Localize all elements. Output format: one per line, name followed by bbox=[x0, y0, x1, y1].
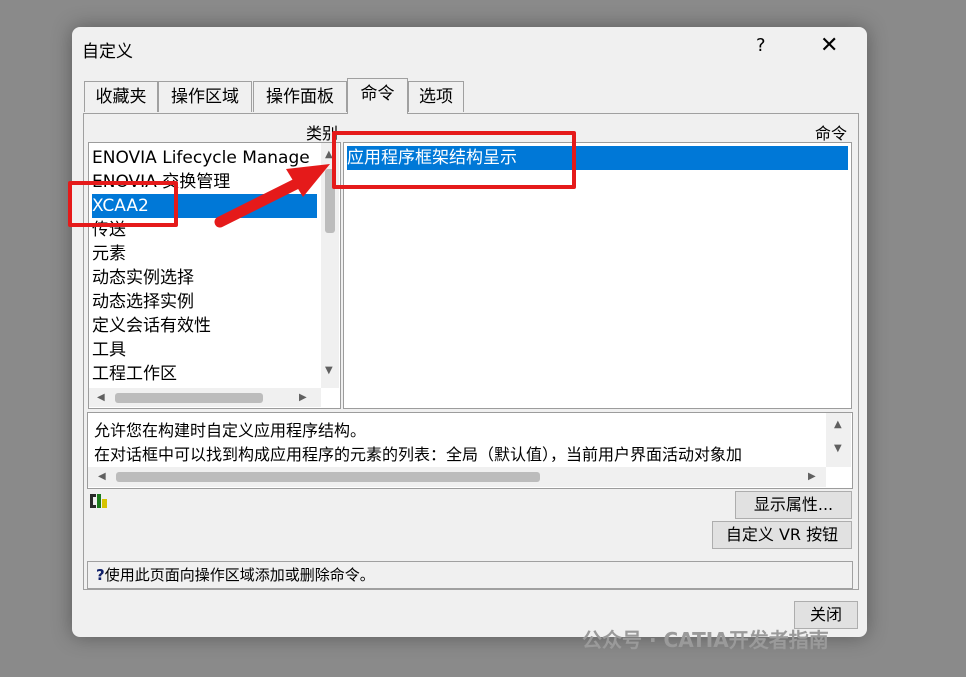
watermark-text: 公众号 · CATIA开发者指南 bbox=[582, 628, 829, 652]
red-arrow-icon bbox=[214, 164, 330, 228]
